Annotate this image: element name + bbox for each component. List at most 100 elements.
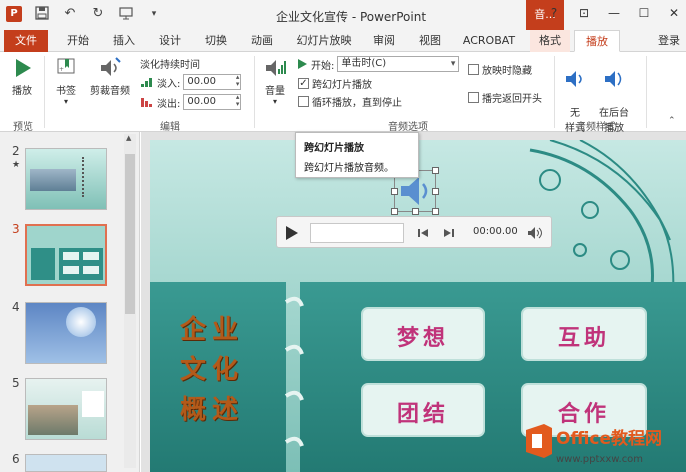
resize-handle[interactable] (432, 208, 439, 215)
thumbnail-scrollbar[interactable]: ▲ (124, 134, 136, 468)
group-audio-styles-label: 音频样式 (576, 122, 616, 133)
left-title: 企业 文化 概述 (180, 310, 244, 430)
trim-audio-label: 剪裁音频 (90, 86, 130, 97)
watermark-brand: Office教程网 (556, 429, 663, 449)
bookmark-icon: + (57, 58, 75, 74)
play-in-background-icon (605, 71, 622, 87)
customize-qat-icon[interactable]: ▾ (146, 6, 162, 22)
resize-handle[interactable] (412, 208, 419, 215)
trim-audio-icon (101, 57, 121, 76)
tab-insert[interactable]: 插入 (106, 30, 142, 52)
start-row: 开始: 单击时(C) (296, 56, 460, 72)
thumb-number: 4 (12, 300, 20, 314)
undo-icon[interactable]: ↶ (62, 6, 78, 22)
slide-thumbnail[interactable] (25, 302, 107, 364)
powerpoint-window: P ↶ ↻ ▾ 企业文化宣传 - PowerPoint 音... ? ⊡ — ☐… (0, 0, 686, 472)
tab-slideshow[interactable]: 幻灯片放映 (290, 30, 358, 52)
tab-acrobat[interactable]: ACROBAT (458, 30, 520, 52)
scrollbar-thumb[interactable] (125, 154, 135, 314)
card-mutual-help: 互助 (557, 326, 610, 351)
help-icon[interactable]: ? (548, 6, 560, 20)
mute-volume-icon[interactable] (527, 226, 543, 240)
volume-button[interactable]: 音量 ▾ (260, 56, 290, 106)
play-label: 播放 (12, 86, 32, 97)
fade-out-input[interactable]: 00.00 (183, 94, 242, 110)
cross-slides-tooltip: 跨幻灯片播放 跨幻灯片播放音频。 (295, 132, 419, 178)
rewind-checkbox[interactable] (468, 92, 479, 103)
thumb-number: 2 (12, 144, 20, 158)
audio-progress-track[interactable] (310, 223, 404, 243)
slide-thumbnail[interactable] (25, 148, 107, 210)
start-select[interactable]: 单击时(C) (337, 56, 460, 72)
watermark: Office教程网 www.pptxxw.com (520, 420, 686, 472)
volume-label: 音量 (265, 86, 285, 97)
cross-slides-row[interactable]: ✓ 跨幻灯片播放 (298, 76, 372, 91)
powerpoint-app-icon[interactable]: P (6, 6, 22, 22)
loop-checkbox[interactable] (298, 96, 309, 107)
card-unity: 团结 (396, 402, 449, 427)
fade-in-row: 淡入: 00.00 (140, 74, 242, 90)
loop-row[interactable]: 循环播放，直到停止 (298, 94, 402, 109)
fade-in-input[interactable]: 00.00 (183, 74, 242, 90)
tooltip-description: 跨幻灯片播放音频。 (304, 163, 394, 174)
fade-in-icon (141, 78, 152, 87)
collapse-ribbon-icon[interactable]: ⌃ (668, 116, 676, 126)
tab-format[interactable]: 格式 (530, 30, 570, 52)
separator (646, 56, 647, 128)
scroll-up-icon[interactable]: ▲ (126, 134, 131, 142)
fade-out-label: 淡出: (157, 98, 181, 110)
chevron-down-icon: ▾ (272, 97, 277, 106)
card-dream: 梦想 (396, 326, 449, 351)
play-button[interactable]: 播放 (8, 56, 36, 97)
close-button[interactable]: ✕ (668, 6, 680, 20)
tab-transitions[interactable]: 切换 (198, 30, 234, 52)
resize-handle[interactable] (391, 208, 398, 215)
slide-thumbnail[interactable] (25, 378, 107, 440)
separator (44, 56, 45, 128)
left-title-line: 文化 (180, 355, 245, 385)
skip-forward-icon[interactable] (443, 228, 455, 238)
group-preview-label: 预览 (13, 122, 33, 133)
thumb-number: 3 (12, 222, 20, 236)
tab-home[interactable]: 开始 (60, 30, 96, 52)
resize-handle[interactable] (391, 188, 398, 195)
ribbon-display-icon[interactable]: ⊡ (578, 6, 590, 20)
start-from-beginning-icon[interactable] (118, 6, 134, 22)
cross-slides-label: 跨幻灯片播放 (312, 80, 372, 91)
tab-file[interactable]: 文件 (4, 30, 48, 52)
fade-out-row: 淡出: 00.00 (140, 94, 242, 110)
rewind-label: 播完返回开头 (482, 94, 542, 105)
hide-during-show-label: 放映时隐藏 (482, 66, 532, 77)
resize-handle[interactable] (432, 188, 439, 195)
slide-thumbnail-selected[interactable] (25, 224, 107, 286)
slide-thumbnail[interactable] (25, 454, 107, 472)
tab-view[interactable]: 视图 (412, 30, 448, 52)
tab-design[interactable]: 设计 (152, 30, 188, 52)
skip-back-icon[interactable] (417, 228, 429, 238)
hide-during-show-checkbox[interactable] (468, 64, 479, 75)
minimize-button[interactable]: — (608, 6, 620, 20)
bookmark-button[interactable]: + 书签 ▾ (50, 56, 82, 106)
volume-icon (266, 60, 286, 76)
login-link[interactable]: 登录 (652, 30, 686, 52)
maximize-button[interactable]: ☐ (638, 6, 650, 20)
save-icon[interactable] (34, 6, 50, 22)
no-style-icon (566, 71, 582, 87)
thumb-number: 5 (12, 376, 20, 390)
group-audio-options-label: 音频选项 (388, 122, 428, 133)
tab-playback[interactable]: 播放 (574, 30, 620, 52)
rewind-row[interactable]: 播完返回开头 (468, 90, 542, 105)
animation-star-icon: ★ (12, 160, 21, 170)
window-title: 企业文化宣传 - PowerPoint (276, 10, 427, 24)
audio-player-bar: 00:00.00 (276, 216, 552, 248)
chevron-down-icon: ▾ (63, 97, 68, 106)
tab-review[interactable]: 审阅 (366, 30, 402, 52)
cross-slides-checkbox[interactable]: ✓ (298, 78, 309, 89)
hide-during-show-row[interactable]: 放映时隐藏 (468, 62, 532, 77)
tab-animations[interactable]: 动画 (244, 30, 280, 52)
resize-handle[interactable] (432, 167, 439, 174)
redo-icon[interactable]: ↻ (90, 6, 106, 22)
trim-audio-button[interactable]: 剪裁音频 (86, 56, 134, 97)
slide-thumbnail-pane: 2 ★ 3 4 5 6 (0, 132, 140, 472)
play-icon[interactable] (285, 225, 299, 241)
